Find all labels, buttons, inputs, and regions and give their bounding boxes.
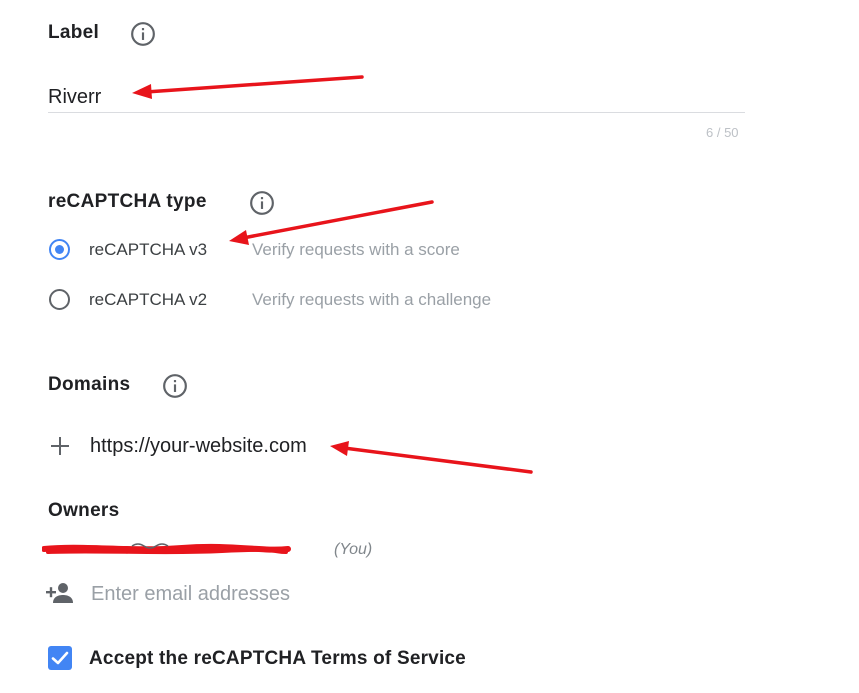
radio-recaptcha-v2-description: Verify requests with a challenge [252,290,492,309]
label-input-underline [48,112,745,113]
radio-recaptcha-v2[interactable] [49,289,70,310]
owners-title: Owners [48,500,120,521]
terms-checkbox[interactable] [48,646,72,670]
owner-email-input[interactable]: Enter email addresses [91,583,290,606]
recaptcha-type-title: reCAPTCHA type [48,191,207,212]
domain-input[interactable]: https://your-website.com [90,435,307,458]
radio-recaptcha-v2-label[interactable]: reCAPTCHA v2 [89,290,207,310]
info-icon[interactable] [130,21,156,47]
plus-icon[interactable] [50,436,70,456]
info-icon[interactable] [162,373,188,399]
terms-label[interactable]: Accept the reCAPTCHA Terms of Service [89,648,466,670]
radio-recaptcha-v3[interactable] [49,239,70,260]
checkmark-icon [51,651,69,665]
radio-recaptcha-v3-label[interactable]: reCAPTCHA v3 [89,240,207,260]
label-section-title: Label [48,22,100,43]
label-char-counter: 6 / 50 [706,125,739,140]
radio-recaptcha-v3-description: Verify requests with a score [252,240,460,259]
annotation-arrow-label [132,75,364,99]
label-input[interactable]: Riverr [48,86,101,109]
person-add-icon[interactable] [45,582,75,604]
domains-title: Domains [48,374,131,395]
annotation-arrow-domain [330,441,533,474]
info-icon[interactable] [249,190,275,216]
owner-you-tag: (You) [334,541,373,558]
redacted-owner-email [42,543,291,555]
